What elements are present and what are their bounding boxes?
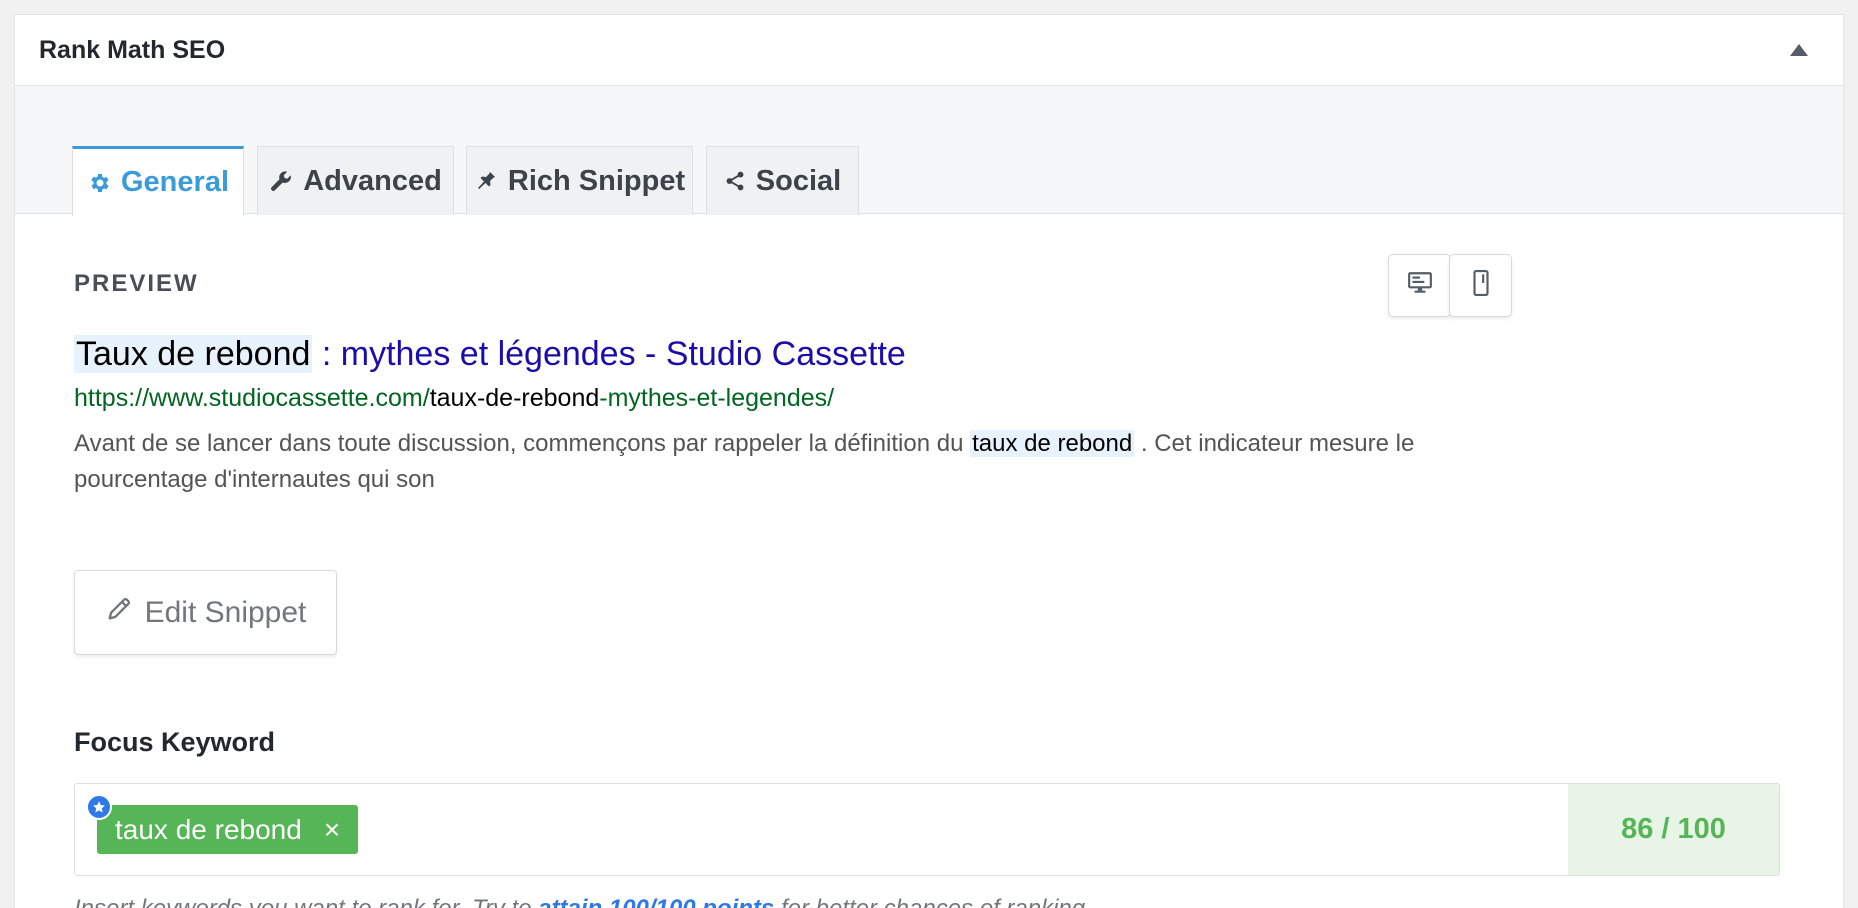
tab-rich-snippet[interactable]: Rich Snippet <box>466 146 693 215</box>
desktop-preview-button[interactable] <box>1388 254 1451 317</box>
keyword-tag[interactable]: taux de rebond × <box>86 794 359 854</box>
tab-bar: General Advanced Rich Snippet Social <box>15 86 1843 216</box>
hint-text-end: for better chances of ranking. <box>774 895 1092 908</box>
rank-math-metabox: Rank Math SEO General Advanced Rich Snip… <box>14 14 1844 908</box>
focus-keyword-hint: Insert keywords you want to rank for. Tr… <box>74 895 1092 908</box>
preview-heading: PREVIEW <box>74 270 199 297</box>
tab-label: Rich Snippet <box>507 164 686 197</box>
wrench-icon <box>269 169 293 193</box>
seo-score-badge: 86 / 100 <box>1568 784 1779 875</box>
serp-description: Avant de se lancer dans toute discussion… <box>74 426 1474 498</box>
mobile-preview-button[interactable] <box>1449 254 1512 317</box>
hint-link[interactable]: attain 100/100 points <box>538 895 774 908</box>
serp-url: https://www.studiocassette.com/taux-de-r… <box>74 384 834 413</box>
tab-label: Advanced <box>303 164 442 197</box>
share-icon <box>724 170 746 192</box>
serp-url-keyword: taux-de-rebond <box>429 384 600 412</box>
hint-text: Insert keywords you want to rank for. Tr… <box>74 895 538 908</box>
tab-label: General <box>121 166 229 198</box>
serp-desc-before: Avant de se lancer dans toute discussion… <box>74 430 971 457</box>
serp-url-prefix: https://www.studiocassette.com/ <box>74 384 430 412</box>
collapse-toggle-icon[interactable] <box>1779 30 1819 70</box>
pin-icon <box>474 169 498 193</box>
focus-keyword-input[interactable]: taux de rebond × 86 / 100 <box>74 783 1780 876</box>
primary-keyword-star-icon <box>86 794 112 820</box>
mobile-icon <box>1471 270 1491 301</box>
edit-snippet-label: Edit Snippet <box>144 595 307 629</box>
focus-keyword-label: Focus Keyword <box>74 727 276 757</box>
remove-keyword-button[interactable]: × <box>324 814 340 846</box>
serp-title[interactable]: Taux de rebond : mythes et légendes - St… <box>74 335 906 374</box>
tab-social[interactable]: Social <box>706 146 859 215</box>
serp-desc-keyword: taux de rebond <box>970 430 1135 457</box>
metabox-title: Rank Math SEO <box>39 35 226 64</box>
tab-advanced[interactable]: Advanced <box>257 146 454 215</box>
metabox-header[interactable]: Rank Math SEO <box>15 15 1843 86</box>
serp-title-rest: : mythes et légendes - Studio Cassette <box>312 335 906 373</box>
gear-icon <box>87 171 111 195</box>
serp-url-suffix: -mythes-et-legendes/ <box>599 384 835 412</box>
tab-label: Social <box>755 164 842 197</box>
desktop-icon <box>1407 270 1433 301</box>
pencil-icon <box>105 595 133 631</box>
keyword-tag-text: taux de rebond <box>115 813 302 845</box>
tab-general[interactable]: General <box>72 146 244 216</box>
serp-title-keyword: Taux de rebond <box>74 335 313 373</box>
edit-snippet-button[interactable]: Edit Snippet <box>74 570 337 655</box>
